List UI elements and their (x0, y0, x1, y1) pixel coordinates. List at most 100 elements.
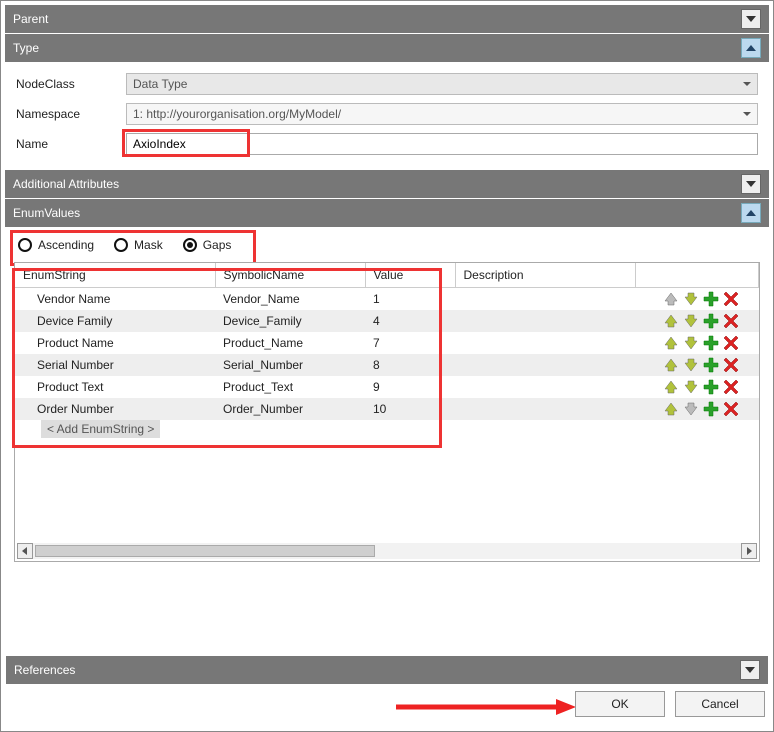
section-parent-title: Parent (13, 12, 48, 26)
horizontal-scrollbar[interactable] (17, 543, 757, 559)
cell-value[interactable]: 1 (365, 288, 455, 311)
label-nodeclass: NodeClass (16, 77, 126, 91)
nodeclass-select[interactable]: Data Type (126, 73, 758, 95)
cell-symbolicname[interactable]: Vendor_Name (215, 288, 365, 311)
radio-mask-label: Mask (134, 238, 163, 252)
table-row[interactable]: Device FamilyDevice_Family4 (15, 310, 759, 332)
section-parent-header[interactable]: Parent (5, 5, 769, 33)
expand-icon[interactable] (741, 38, 761, 58)
add-icon[interactable] (703, 401, 719, 417)
section-enumvalues-title: EnumValues (13, 206, 80, 220)
cell-enumstring[interactable]: Order Number (15, 398, 215, 420)
radio-icon (114, 238, 128, 252)
expand-icon[interactable] (741, 203, 761, 223)
chevron-down-icon (743, 112, 751, 116)
section-enumvalues-header[interactable]: EnumValues (5, 199, 769, 227)
enum-table: EnumString SymbolicName Value Descriptio… (15, 263, 759, 420)
section-references-title: References (14, 663, 75, 677)
delete-icon[interactable] (723, 291, 739, 307)
move-up-icon[interactable] (663, 313, 679, 329)
collapse-icon[interactable] (740, 660, 760, 680)
radio-gaps-label: Gaps (203, 238, 232, 252)
cell-symbolicname[interactable]: Product_Name (215, 332, 365, 354)
move-down-icon[interactable] (683, 379, 699, 395)
move-down-icon[interactable] (683, 401, 699, 417)
cell-description[interactable] (455, 288, 635, 311)
cell-description[interactable] (455, 310, 635, 332)
delete-icon[interactable] (723, 313, 739, 329)
add-enumstring-button[interactable]: < Add EnumString > (41, 420, 160, 438)
col-value[interactable]: Value (365, 263, 455, 288)
cell-enumstring[interactable]: Product Name (15, 332, 215, 354)
radio-gaps[interactable]: Gaps (183, 238, 232, 252)
row-namespace: Namespace 1: http://yourorganisation.org… (16, 103, 758, 125)
cell-value[interactable]: 10 (365, 398, 455, 420)
cell-description[interactable] (455, 354, 635, 376)
radio-ascending-label: Ascending (38, 238, 94, 252)
row-nodeclass: NodeClass Data Type (16, 73, 758, 95)
cell-enumstring[interactable]: Product Text (15, 376, 215, 398)
cell-description[interactable] (455, 398, 635, 420)
scroll-right-button[interactable] (741, 543, 757, 559)
add-icon[interactable] (703, 357, 719, 373)
table-row[interactable]: Serial NumberSerial_Number8 (15, 354, 759, 376)
col-symbolicname[interactable]: SymbolicName (215, 263, 365, 288)
namespace-value: 1: http://yourorganisation.org/MyModel/ (133, 107, 341, 121)
cancel-button[interactable]: Cancel (675, 691, 765, 717)
radio-ascending[interactable]: Ascending (18, 238, 94, 252)
move-down-icon[interactable] (683, 357, 699, 373)
radio-icon (18, 238, 32, 252)
row-name: Name (16, 133, 758, 155)
cell-description[interactable] (455, 376, 635, 398)
section-additional-header[interactable]: Additional Attributes (5, 170, 769, 198)
cell-value[interactable]: 8 (365, 354, 455, 376)
table-row[interactable]: Product NameProduct_Name7 (15, 332, 759, 354)
cell-value[interactable]: 9 (365, 376, 455, 398)
scroll-left-button[interactable] (17, 543, 33, 559)
add-icon[interactable] (703, 335, 719, 351)
add-icon[interactable] (703, 379, 719, 395)
cell-symbolicname[interactable]: Order_Number (215, 398, 365, 420)
cell-symbolicname[interactable]: Device_Family (215, 310, 365, 332)
delete-icon[interactable] (723, 401, 739, 417)
move-down-icon[interactable] (683, 313, 699, 329)
radio-mask[interactable]: Mask (114, 238, 163, 252)
collapse-icon[interactable] (741, 9, 761, 29)
ok-button[interactable]: OK (575, 691, 665, 717)
cell-symbolicname[interactable]: Product_Text (215, 376, 365, 398)
namespace-select[interactable]: 1: http://yourorganisation.org/MyModel/ (126, 103, 758, 125)
table-row[interactable]: Product TextProduct_Text9 (15, 376, 759, 398)
col-enumstring[interactable]: EnumString (15, 263, 215, 288)
delete-icon[interactable] (723, 335, 739, 351)
cell-enumstring[interactable]: Vendor Name (15, 288, 215, 311)
cell-value[interactable]: 7 (365, 332, 455, 354)
collapse-icon[interactable] (741, 174, 761, 194)
cell-enumstring[interactable]: Device Family (15, 310, 215, 332)
cell-enumstring[interactable]: Serial Number (15, 354, 215, 376)
table-row[interactable]: Vendor NameVendor_Name1 (15, 288, 759, 311)
label-name: Name (16, 137, 126, 151)
cell-symbolicname[interactable]: Serial_Number (215, 354, 365, 376)
cell-value[interactable]: 4 (365, 310, 455, 332)
move-up-icon[interactable] (663, 335, 679, 351)
section-references-header[interactable]: References (6, 656, 768, 684)
col-description[interactable]: Description (455, 263, 635, 288)
name-input[interactable] (126, 133, 758, 155)
section-type-header[interactable]: Type (5, 34, 769, 62)
table-row[interactable]: Order NumberOrder_Number10 (15, 398, 759, 420)
move-down-icon[interactable] (683, 291, 699, 307)
delete-icon[interactable] (723, 357, 739, 373)
cell-description[interactable] (455, 332, 635, 354)
move-up-icon[interactable] (663, 379, 679, 395)
move-down-icon[interactable] (683, 335, 699, 351)
move-up-icon[interactable] (663, 291, 679, 307)
move-up-icon[interactable] (663, 401, 679, 417)
scrollbar-thumb[interactable] (35, 545, 375, 557)
chevron-down-icon (743, 82, 751, 86)
nodeclass-value: Data Type (133, 77, 187, 91)
add-icon[interactable] (703, 291, 719, 307)
delete-icon[interactable] (723, 379, 739, 395)
move-up-icon[interactable] (663, 357, 679, 373)
table-header-row: EnumString SymbolicName Value Descriptio… (15, 263, 759, 288)
add-icon[interactable] (703, 313, 719, 329)
